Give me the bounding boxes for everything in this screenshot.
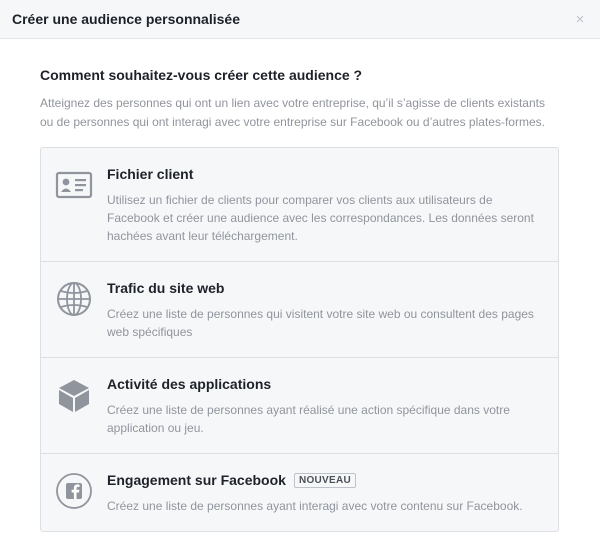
create-custom-audience-dialog: Créer une audience personnalisée × Comme… — [0, 0, 600, 546]
close-icon[interactable]: × — [572, 11, 588, 27]
contact-card-icon — [55, 166, 93, 204]
option-title: Fichier client — [107, 166, 194, 182]
globe-icon — [55, 280, 93, 318]
option-title: Activité des applications — [107, 376, 272, 392]
intro-text: Atteignez des personnes qui ont un lien … — [40, 96, 545, 129]
option-description: Créez une liste de personnes ayant réali… — [107, 403, 510, 435]
option-description: Créez une liste de personnes ayant inter… — [107, 499, 523, 513]
option-title-text: Engagement sur Facebook — [107, 472, 286, 488]
option-title: Engagement sur Facebook NOUVEAU — [107, 472, 542, 489]
question-heading: Comment souhaitez-vous créer cette audie… — [40, 67, 363, 83]
facebook-icon — [55, 472, 93, 510]
option-website-traffic[interactable]: Trafic du site web Créez une liste de pe… — [41, 261, 558, 357]
cube-icon — [55, 376, 93, 414]
dialog-title: Créer une audience personnalisée — [12, 11, 240, 27]
option-title: Trafic du site web — [107, 280, 225, 296]
option-facebook-engagement[interactable]: Engagement sur Facebook NOUVEAU Créez un… — [41, 453, 558, 531]
dialog-header: Créer une audience personnalisée × — [0, 0, 600, 39]
option-app-activity[interactable]: Activité des applications Créez une list… — [41, 357, 558, 453]
option-description: Utilisez un fichier de clients pour comp… — [107, 193, 534, 243]
new-badge: NOUVEAU — [293, 473, 357, 488]
audience-options-list: Fichier client Utilisez un fichier de cl… — [40, 147, 559, 532]
dialog-content: Comment souhaitez-vous créer cette audie… — [0, 39, 600, 532]
option-customer-file[interactable]: Fichier client Utilisez un fichier de cl… — [41, 148, 558, 261]
option-description: Créez une liste de personnes qui visiten… — [107, 307, 534, 339]
